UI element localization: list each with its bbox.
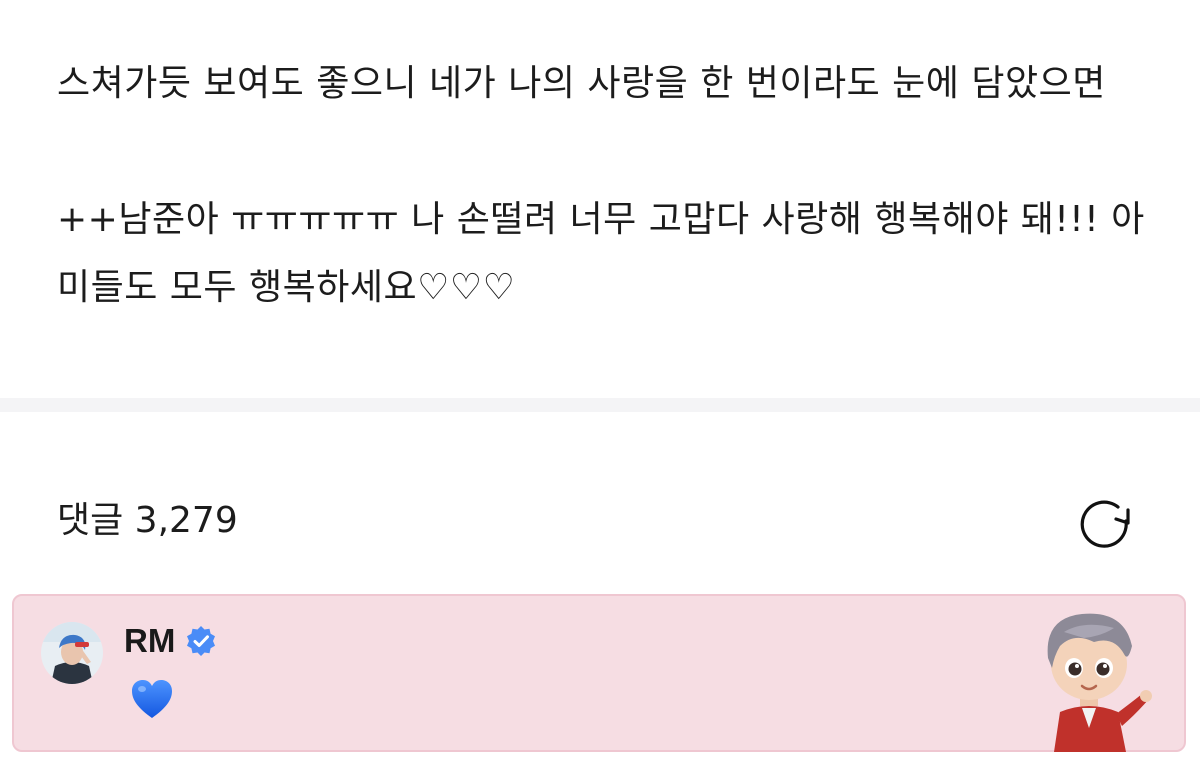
comment-text xyxy=(130,678,174,722)
avatar[interactable] xyxy=(41,622,103,684)
post-paragraph: ++남준아 ㅠㅠㅠㅠㅠ 나 손떨려 너무 고맙다 사랑해 행복해야 돼!!! 아… xyxy=(57,199,1145,308)
refresh-icon xyxy=(1080,500,1130,548)
blue-heart-emoji xyxy=(132,680,172,718)
character-sticker xyxy=(1024,602,1154,752)
verified-badge-icon xyxy=(187,626,216,656)
post-body: 스쳐가듯 보여도 좋으니 네가 나의 사랑을 한 번이라도 눈에 담았으면 ++… xyxy=(57,50,1157,322)
comments-count-label: 댓글 3,279 xyxy=(57,500,238,541)
comment-author-name[interactable]: RM xyxy=(124,622,175,660)
comment-author-row: RM xyxy=(124,620,217,662)
post-page: 스쳐가듯 보여도 좋으니 네가 나의 사랑을 한 번이라도 눈에 담았으면 ++… xyxy=(0,0,1200,773)
comment-card[interactable]: RM xyxy=(12,594,1186,752)
refresh-button[interactable] xyxy=(1076,497,1136,553)
section-divider xyxy=(0,398,1200,412)
post-paragraph: 스쳐가듯 보여도 좋으니 네가 나의 사랑을 한 번이라도 눈에 담았으면 xyxy=(57,63,1106,104)
